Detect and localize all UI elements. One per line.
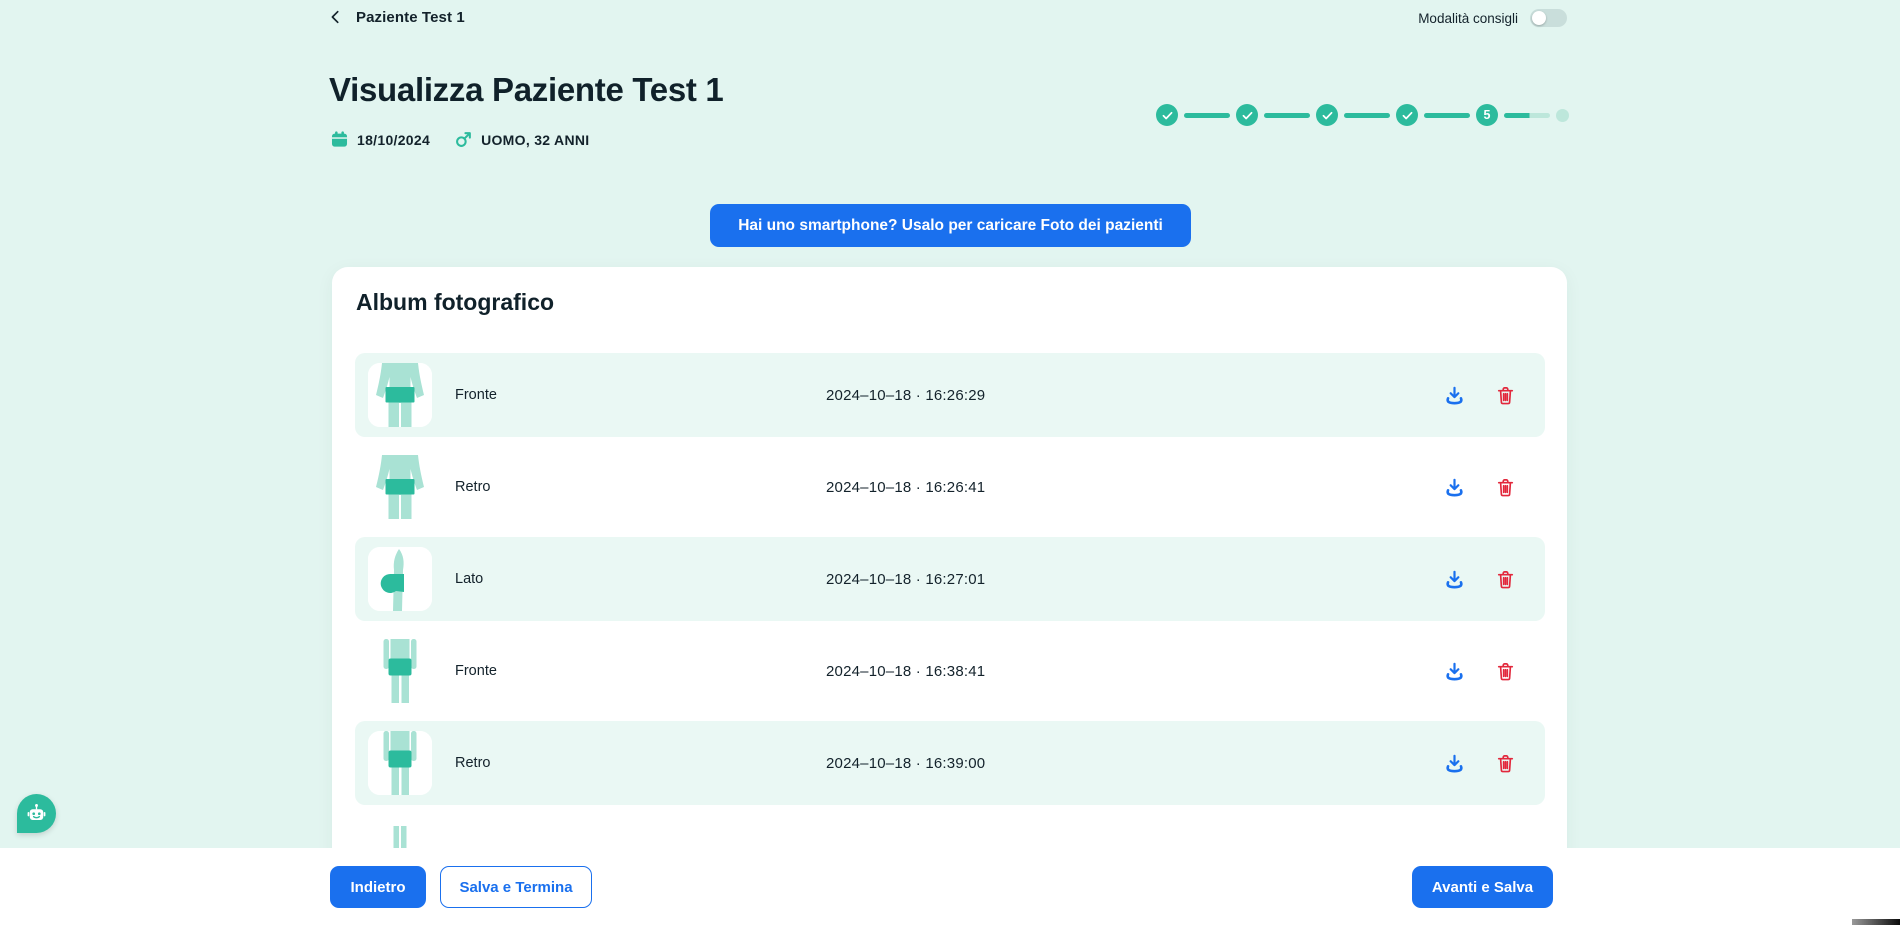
download-photo-button[interactable]: [1443, 568, 1465, 590]
toggle-knob: [1532, 11, 1546, 25]
delete-photo-button[interactable]: [1494, 384, 1516, 406]
delete-photo-button[interactable]: [1494, 476, 1516, 498]
photo-row: Fronte 2024–10–18 · 16:26:29: [355, 353, 1545, 437]
calendar-icon: [330, 130, 349, 149]
next-and-save-button[interactable]: Avanti e Salva: [1412, 866, 1553, 908]
download-photo-button[interactable]: [1443, 476, 1465, 498]
photo-row: Lato 2024–10–18 · 16:27:01: [355, 537, 1545, 621]
chevron-left-icon[interactable]: [328, 9, 343, 25]
photo-actions: [1443, 752, 1516, 774]
check-icon: [1161, 109, 1174, 122]
robot-chat-icon: [25, 802, 48, 825]
patient-meta: 18/10/2024 UOMO, 32 ANNI: [330, 130, 589, 149]
download-photo-button[interactable]: [1443, 660, 1465, 682]
download-photo-button[interactable]: [1443, 752, 1465, 774]
trash-icon: [1495, 477, 1516, 498]
download-icon: [1444, 477, 1465, 498]
photo-label: Fronte: [455, 387, 826, 403]
photo-timestamp: 2024–10–18 · 16:26:29: [826, 387, 1443, 404]
photo-thumbnail[interactable]: [368, 547, 432, 611]
trash-icon: [1495, 753, 1516, 774]
step-6-upcoming-dot: [1556, 109, 1569, 122]
trash-icon: [1495, 661, 1516, 682]
delete-photo-button[interactable]: [1494, 660, 1516, 682]
smartphone-upload-cta-button[interactable]: Hai uno smartphone? Usalo per caricare F…: [710, 204, 1191, 247]
back-button[interactable]: Indietro: [330, 866, 426, 908]
progress-stepper: 5: [1156, 103, 1569, 127]
step-connector: [1424, 113, 1470, 118]
delete-photo-button[interactable]: [1494, 568, 1516, 590]
step-connector: [1344, 113, 1390, 118]
check-icon: [1321, 109, 1334, 122]
photo-thumbnail[interactable]: [368, 731, 432, 795]
photo-label: Retro: [455, 479, 826, 495]
corner-scroll-artifact: [1852, 919, 1900, 925]
advice-mode-toggle[interactable]: [1530, 9, 1567, 27]
photo-actions: [1443, 660, 1516, 682]
step-connector: [1504, 113, 1550, 118]
male-icon: [454, 130, 473, 149]
photo-thumbnail[interactable]: [368, 455, 432, 519]
delete-photo-button[interactable]: [1494, 752, 1516, 774]
step-4-done[interactable]: [1396, 104, 1418, 126]
photo-label: Lato: [455, 571, 826, 587]
photo-label: Fronte: [455, 663, 826, 679]
step-1-done[interactable]: [1156, 104, 1178, 126]
advice-mode-control: Modalità consigli: [1418, 6, 1567, 30]
photo-row: Fronte 2024–10–18 · 16:38:41: [355, 629, 1545, 713]
photo-row: Retro 2024–10–18 · 16:26:41: [355, 445, 1545, 529]
footer-bar: Indietro Salva e Termina Avanti e Salva: [0, 848, 1900, 925]
photo-timestamp: 2024–10–18 · 16:39:00: [826, 755, 1443, 772]
photo-label: Retro: [455, 755, 826, 771]
download-icon: [1444, 385, 1465, 406]
back-nav[interactable]: Paziente Test 1: [328, 5, 465, 29]
photo-thumbnail[interactable]: [368, 639, 432, 703]
download-icon: [1444, 753, 1465, 774]
step-connector: [1184, 113, 1230, 118]
patient-date-value: 18/10/2024: [357, 132, 430, 148]
save-and-finish-button[interactable]: Salva e Termina: [440, 866, 592, 908]
page-title: Visualizza Paziente Test 1: [329, 71, 724, 109]
advice-mode-label: Modalità consigli: [1418, 11, 1518, 26]
step-5-current[interactable]: 5: [1476, 104, 1498, 126]
step-3-done[interactable]: [1316, 104, 1338, 126]
photo-list: Fronte 2024–10–18 · 16:26:29: [355, 353, 1545, 905]
photo-row: Retro 2024–10–18 · 16:39:00: [355, 721, 1545, 805]
album-card: Album fotografico Fronte 2024–10–18 · 16…: [332, 267, 1567, 925]
trash-icon: [1495, 569, 1516, 590]
photo-thumbnail[interactable]: [368, 363, 432, 427]
album-title: Album fotografico: [356, 289, 554, 316]
step-connector: [1264, 113, 1310, 118]
photo-actions: [1443, 568, 1516, 590]
patient-sex-age-value: UOMO, 32 ANNI: [481, 132, 589, 148]
download-icon: [1444, 661, 1465, 682]
back-nav-label[interactable]: Paziente Test 1: [356, 9, 465, 26]
trash-icon: [1495, 385, 1516, 406]
patient-date: 18/10/2024: [330, 130, 430, 149]
check-icon: [1241, 109, 1254, 122]
photo-actions: [1443, 476, 1516, 498]
patient-sex-age: UOMO, 32 ANNI: [454, 130, 589, 149]
photo-actions: [1443, 384, 1516, 406]
photo-timestamp: 2024–10–18 · 16:38:41: [826, 663, 1443, 680]
download-icon: [1444, 569, 1465, 590]
step-2-done[interactable]: [1236, 104, 1258, 126]
check-icon: [1401, 109, 1414, 122]
photo-timestamp: 2024–10–18 · 16:27:01: [826, 571, 1443, 588]
download-photo-button[interactable]: [1443, 384, 1465, 406]
chat-widget-button[interactable]: [17, 794, 56, 833]
photo-timestamp: 2024–10–18 · 16:26:41: [826, 479, 1443, 496]
